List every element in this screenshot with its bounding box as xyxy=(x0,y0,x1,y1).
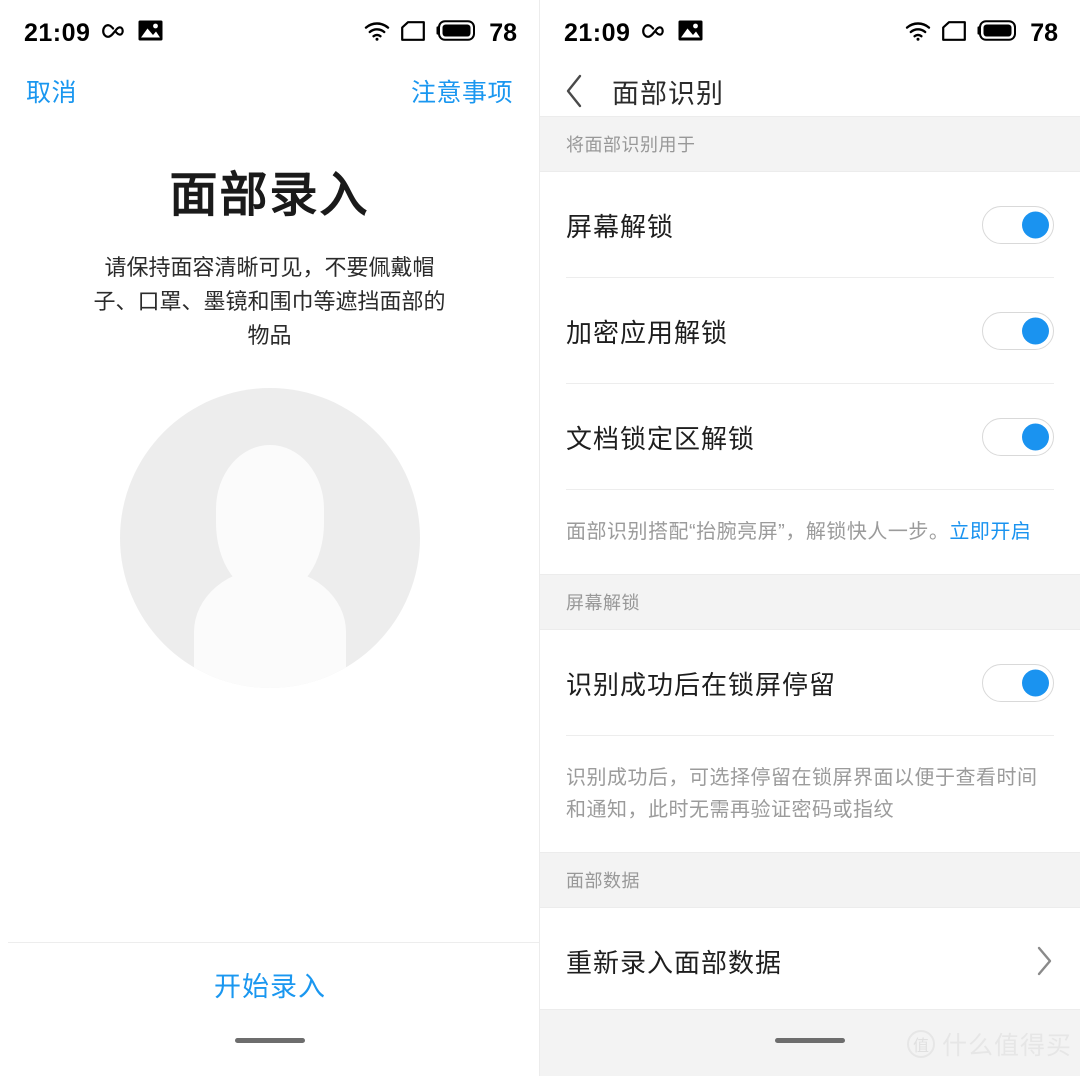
watermark-badge-icon: 值 xyxy=(906,1030,935,1058)
setting-label: 识别成功后在锁屏停留 xyxy=(566,669,837,700)
watermark-text: 什么值得买 xyxy=(941,1032,1072,1060)
wifi-icon xyxy=(364,21,390,46)
chevron-right-icon xyxy=(1036,946,1054,976)
footer-divider xyxy=(8,942,539,943)
setting-label: 屏幕解锁 xyxy=(566,211,675,242)
toggle-document-lock-unlock[interactable] xyxy=(982,418,1054,456)
section-header-usage: 将面部识别用于 xyxy=(540,116,1080,172)
right-screen-face-recognition-settings: 21:09 78 面部识别 将面部识别用于 屏幕解锁 加密应用解锁 文档锁定区解… xyxy=(540,0,1080,1076)
toggle-knob xyxy=(1022,669,1049,697)
setting-row-encrypted-app-unlock[interactable]: 加密应用解锁 xyxy=(540,278,1080,384)
hint-stay-on-lockscreen: 识别成功后，可选择停留在锁屏界面以便于查看时间和通知，此时无需再验证密码或指纹 xyxy=(540,736,1080,852)
setting-label: 文档锁定区解锁 xyxy=(566,423,756,454)
battery-icon xyxy=(436,20,476,46)
section-body-usage: 屏幕解锁 加密应用解锁 文档锁定区解锁 面部识别搭配“抬腕亮屏”，解锁快人一步。… xyxy=(540,172,1080,574)
toggle-knob xyxy=(1022,423,1049,451)
section-header-screen-unlock: 屏幕解锁 xyxy=(540,574,1080,630)
nav-bar: 面部识别 xyxy=(540,66,1080,116)
cancel-button[interactable]: 取消 xyxy=(26,80,77,106)
toggle-knob xyxy=(1022,211,1049,239)
status-bar-right: 21:09 78 xyxy=(540,0,1080,66)
home-indicator-right[interactable] xyxy=(775,1038,845,1043)
left-top-action-bar: 取消 注意事项 xyxy=(0,66,539,120)
face-placeholder-wrapper xyxy=(0,388,539,688)
face-placeholder-icon xyxy=(120,388,420,688)
dual-screenshot-container: 21:09 78 取消 注意事项 面部录入 请保持面容清晰可见，不要佩戴帽子、口… xyxy=(0,0,1080,1076)
infinity-icon xyxy=(101,23,127,44)
status-bar-left-group: 21:09 xyxy=(24,20,163,46)
toggle-encrypted-app-unlock[interactable] xyxy=(982,312,1054,350)
toggle-knob xyxy=(1022,317,1049,345)
nav-title: 面部识别 xyxy=(612,78,724,109)
setting-row-reenroll-face-data[interactable]: 重新录入面部数据 xyxy=(540,908,1080,1014)
enable-now-link[interactable]: 立即开启 xyxy=(949,521,1031,543)
status-bar-right-group: 78 xyxy=(364,20,517,46)
status-bar-left-group-2: 21:09 xyxy=(564,20,703,46)
notice-button[interactable]: 注意事项 xyxy=(411,80,513,106)
battery-percentage: 78 xyxy=(1030,18,1058,47)
setting-label: 重新录入面部数据 xyxy=(566,947,783,978)
row-divider xyxy=(566,735,1054,736)
hint-text: 面部识别搭配“抬腕亮屏”，解锁快人一步。 xyxy=(566,521,950,543)
hint-raise-to-wake: 面部识别搭配“抬腕亮屏”，解锁快人一步。立即开启 xyxy=(540,490,1080,574)
infinity-icon xyxy=(641,23,667,44)
status-time: 21:09 xyxy=(564,18,631,47)
chevron-left-icon[interactable] xyxy=(564,74,584,108)
section-body-screen-unlock: 识别成功后在锁屏停留 识别成功后，可选择停留在锁屏界面以便于查看时间和通知，此时… xyxy=(540,630,1080,852)
toggle-stay-on-lockscreen[interactable] xyxy=(982,664,1054,702)
page-description: 请保持面容清晰可见，不要佩戴帽子、口罩、墨镜和围巾等遮挡面部的物品 xyxy=(93,254,446,348)
setting-row-stay-on-lockscreen[interactable]: 识别成功后在锁屏停留 xyxy=(540,630,1080,736)
screenshot-icon xyxy=(678,20,703,46)
setting-row-document-lock-unlock[interactable]: 文档锁定区解锁 xyxy=(540,384,1080,490)
sim-signal-icon xyxy=(942,20,967,46)
sim-signal-icon xyxy=(401,20,426,46)
bottom-gesture-bar: 值 什么值得买 xyxy=(540,1009,1080,1076)
wifi-icon xyxy=(905,21,931,46)
avatar-shoulders-shape xyxy=(194,568,346,688)
status-time: 21:09 xyxy=(24,18,91,47)
setting-label: 加密应用解锁 xyxy=(566,317,729,348)
battery-icon xyxy=(977,20,1017,46)
status-bar-left: 21:09 78 xyxy=(0,0,539,66)
watermark: 值 什么值得买 xyxy=(906,1026,1072,1062)
section-body-face-data: 重新录入面部数据 xyxy=(540,908,1080,1014)
toggle-screen-unlock[interactable] xyxy=(982,206,1054,244)
row-divider xyxy=(566,489,1054,490)
page-title: 面部录入 xyxy=(169,169,370,222)
battery-percentage: 78 xyxy=(489,18,517,47)
status-bar-right-group-2: 78 xyxy=(905,20,1058,46)
section-header-face-data: 面部数据 xyxy=(540,852,1080,908)
screenshot-icon xyxy=(138,20,163,46)
home-indicator-left[interactable] xyxy=(234,1038,305,1043)
left-screen-face-enrollment: 21:09 78 取消 注意事项 面部录入 请保持面容清晰可见，不要佩戴帽子、口… xyxy=(0,0,540,1076)
start-enrollment-button[interactable]: 开始录入 xyxy=(0,965,539,1004)
setting-row-screen-unlock[interactable]: 屏幕解锁 xyxy=(540,172,1080,278)
